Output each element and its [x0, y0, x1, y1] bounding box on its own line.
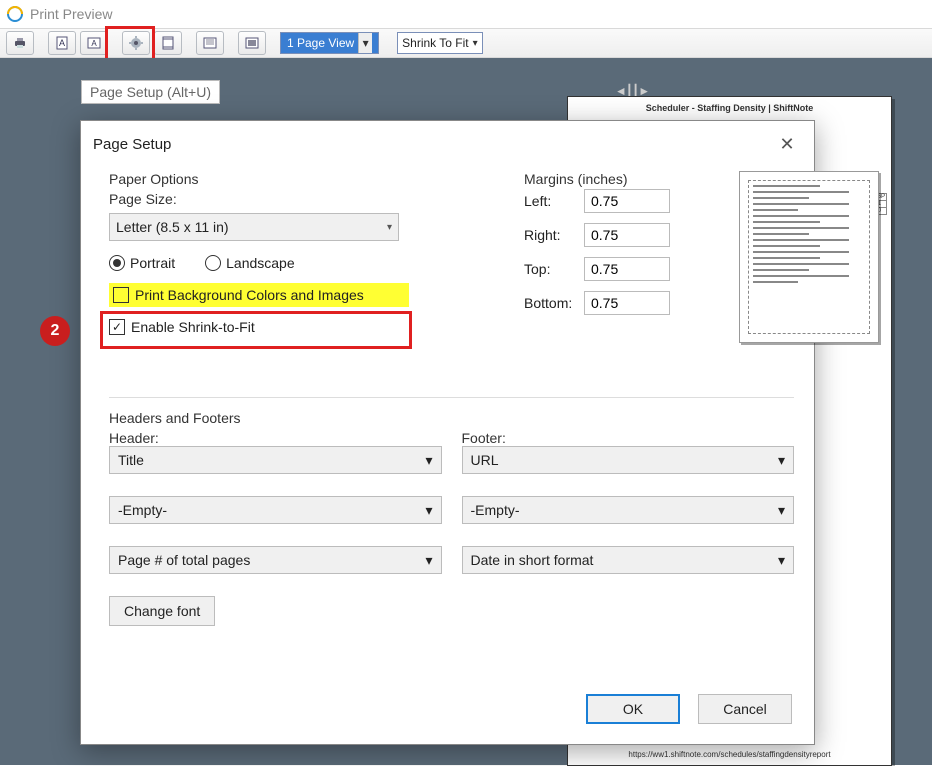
margin-right-input[interactable]: [584, 223, 670, 247]
chevron-down-icon: ▾: [387, 222, 392, 233]
checkbox-icon: [113, 287, 129, 303]
margin-right-label: Right:: [524, 227, 584, 243]
portrait-label: Portrait: [130, 255, 175, 271]
print-preview-toolbar: A A 1 Page View ▾ Shrink To Fit ▾: [0, 28, 932, 58]
full-width-button[interactable]: [196, 31, 224, 55]
header-select-3[interactable]: Page # of total pages▾: [109, 546, 442, 574]
radio-dot-icon: [109, 255, 125, 271]
margin-bottom-label: Bottom:: [524, 295, 584, 311]
ok-button[interactable]: OK: [586, 694, 680, 724]
chevron-down-icon: ▾: [473, 38, 478, 49]
header-select-2[interactable]: -Empty-▾: [109, 496, 442, 524]
print-background-label: Print Background Colors and Images: [135, 287, 364, 303]
enable-shrink-label: Enable Shrink-to-Fit: [131, 319, 255, 335]
page-size-value: Letter (8.5 x 11 in): [116, 219, 229, 235]
svg-text:A: A: [59, 38, 65, 48]
chevron-down-icon: ▾: [425, 552, 432, 569]
headers-toggle-button[interactable]: [154, 31, 182, 55]
footer-label: Footer:: [462, 430, 795, 446]
full-page-button[interactable]: [238, 31, 266, 55]
chevron-down-icon: ▾: [425, 502, 432, 519]
margin-left-input[interactable]: [584, 189, 670, 213]
portrait-button[interactable]: A: [48, 31, 76, 55]
radio-dot-icon: [205, 255, 221, 271]
preview-header-text: Scheduler - Staffing Density | ShiftNote: [568, 103, 891, 113]
page-setup-button[interactable]: [122, 31, 150, 55]
page-view-value: 1 Page View: [287, 36, 354, 50]
svg-text:A: A: [91, 39, 97, 48]
chevron-down-icon: ▾: [778, 552, 785, 569]
window-titlebar: Print Preview: [0, 0, 932, 28]
chevron-down-icon: ▾: [778, 452, 785, 469]
close-button[interactable]: ✕: [772, 129, 802, 159]
enable-shrink-checkbox[interactable]: Enable Shrink-to-Fit: [109, 319, 794, 335]
change-font-button[interactable]: Change font: [109, 596, 215, 626]
margins-label: Margins (inches): [524, 171, 670, 187]
margin-left-label: Left:: [524, 193, 584, 209]
footer-select-2[interactable]: -Empty-▾: [462, 496, 795, 524]
print-button[interactable]: [6, 31, 34, 55]
landscape-button[interactable]: A: [80, 31, 108, 55]
page-size-select[interactable]: Letter (8.5 x 11 in) ▾: [109, 213, 399, 241]
page-view-select[interactable]: 1 Page View ▾: [280, 32, 379, 54]
ie-logo-icon: [6, 5, 24, 23]
header-select-1[interactable]: Title▾: [109, 446, 442, 474]
page-size-label: Page Size:: [109, 191, 794, 207]
cancel-button[interactable]: Cancel: [698, 694, 792, 724]
window-title: Print Preview: [30, 6, 112, 22]
preview-footer-text: https://ww1.shiftnote.com/schedules/staf…: [568, 750, 891, 759]
landscape-label: Landscape: [226, 255, 295, 271]
annotation-badge-2: 2: [40, 316, 70, 346]
page-setup-tooltip: Page Setup (Alt+U): [81, 80, 220, 104]
shrink-to-fit-select[interactable]: Shrink To Fit ▾: [397, 32, 483, 54]
margin-top-input[interactable]: [584, 257, 670, 281]
footer-select-3[interactable]: Date in short format▾: [462, 546, 795, 574]
page-thumbnail: [739, 171, 879, 343]
paper-options-label: Paper Options: [109, 171, 794, 187]
orientation-portrait-radio[interactable]: Portrait: [109, 255, 175, 271]
chevron-down-icon: ▾: [425, 452, 432, 469]
checkbox-icon: [109, 319, 125, 335]
shrink-value: Shrink To Fit: [402, 36, 468, 50]
print-background-checkbox[interactable]: Print Background Colors and Images: [109, 283, 409, 307]
chevron-down-icon: ▾: [358, 33, 372, 53]
margin-top-label: Top:: [524, 261, 584, 277]
footer-select-1[interactable]: URL▾: [462, 446, 795, 474]
page-setup-dialog: Page Setup ✕ Paper Options Page Size: Le…: [80, 120, 815, 745]
dialog-title: Page Setup: [93, 136, 171, 153]
margin-bottom-input[interactable]: [584, 291, 670, 315]
chevron-down-icon: ▾: [778, 502, 785, 519]
headers-footers-label: Headers and Footers: [109, 410, 794, 426]
orientation-landscape-radio[interactable]: Landscape: [205, 255, 295, 271]
header-label: Header:: [109, 430, 442, 446]
